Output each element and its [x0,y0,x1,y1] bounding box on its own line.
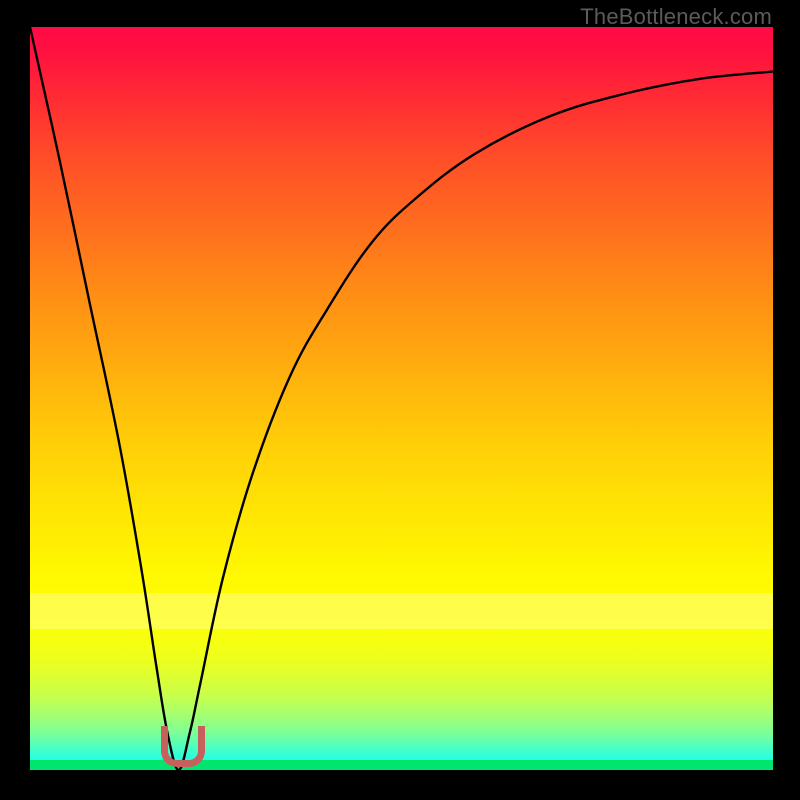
chart-frame: TheBottleneck.com [0,0,800,800]
optimal-marker [161,726,205,767]
bottleneck-curve [30,27,773,770]
watermark-text: TheBottleneck.com [580,4,772,30]
plot-area [30,27,773,770]
